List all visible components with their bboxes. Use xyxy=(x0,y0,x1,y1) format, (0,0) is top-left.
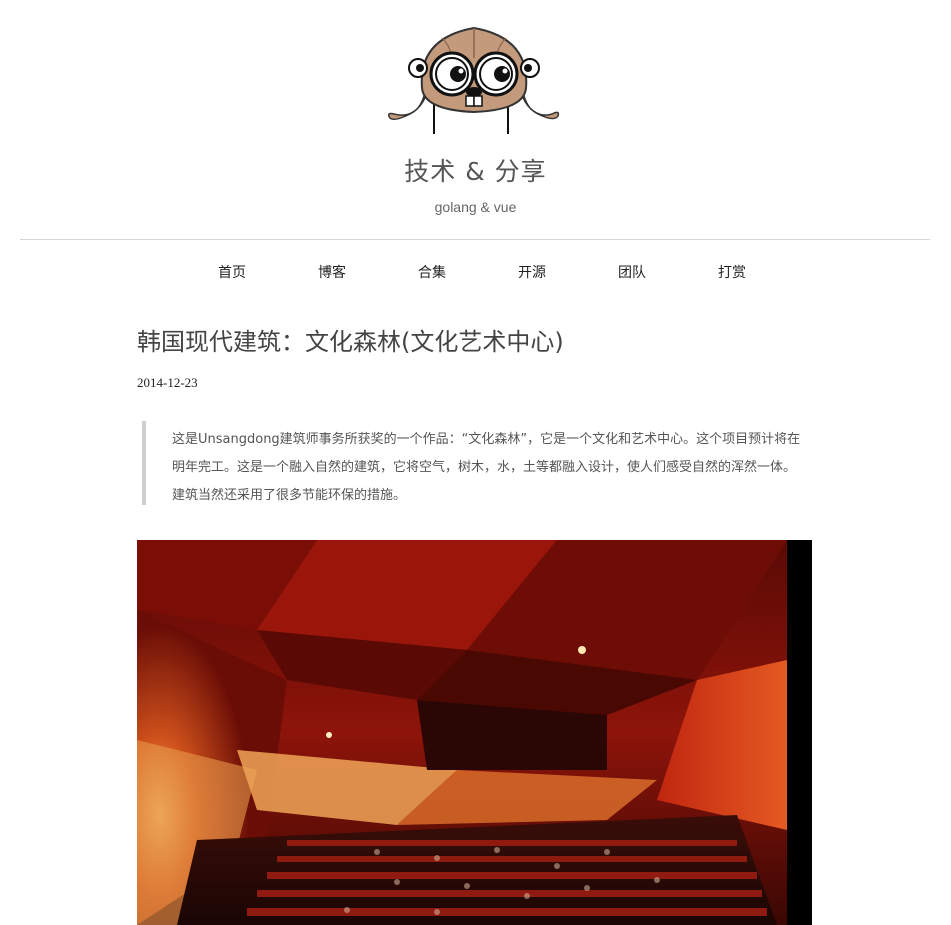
nav-item-collection[interactable]: 合集 xyxy=(402,262,462,282)
nav-item-team[interactable]: 团队 xyxy=(602,262,662,282)
post-title[interactable]: 韩国现代建筑：文化森林(文化艺术中心) xyxy=(137,322,837,357)
nav-item-donate[interactable]: 打赏 xyxy=(702,262,762,282)
post-summary-quote: 这是Unsangdong建筑师事务所获奖的一个作品：“文化森林”，它是一个文化和… xyxy=(142,421,806,505)
site-subtitle: golang & vue xyxy=(434,199,517,215)
site-title[interactable]: 技术 & 分享 xyxy=(0,152,951,188)
header-divider xyxy=(20,239,930,240)
nav-item-blog[interactable]: 博客 xyxy=(302,262,362,282)
gopher-logo-icon[interactable] xyxy=(382,18,566,140)
nav-item-home[interactable]: 首页 xyxy=(202,262,262,282)
site-header: 技术 & 分享 golang & vue xyxy=(0,0,951,240)
post-date: 2014-12-23 xyxy=(137,375,198,390)
nav-item-opensource[interactable]: 开源 xyxy=(502,262,562,282)
main-nav: 首页 博客 合集 开源 团队 打赏 xyxy=(0,262,951,282)
post-hero-image xyxy=(137,540,812,925)
